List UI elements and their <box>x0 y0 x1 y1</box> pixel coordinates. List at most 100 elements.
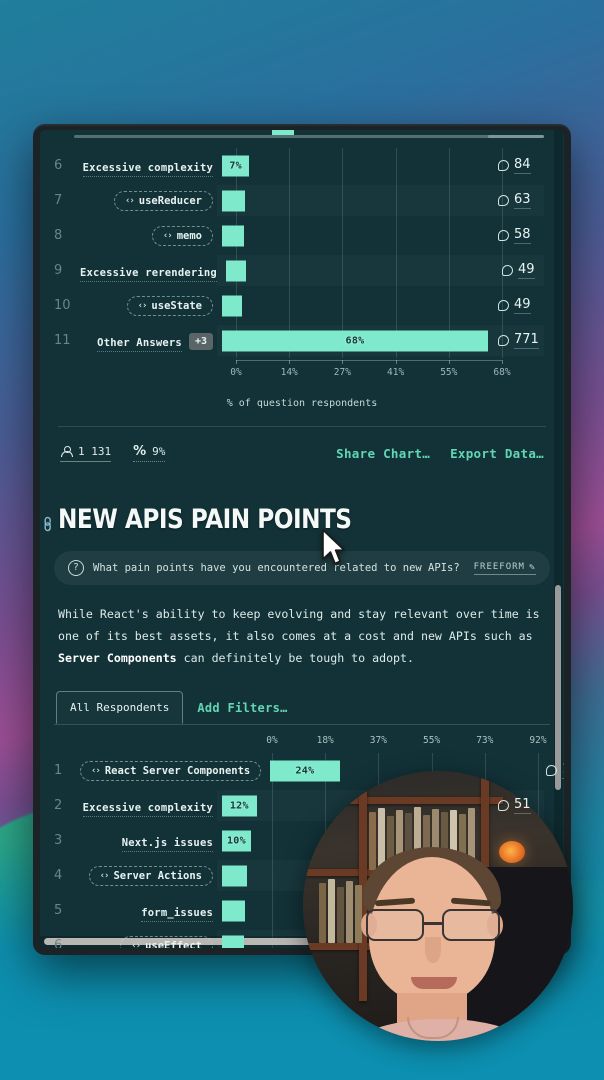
bar-track: 10% <box>222 823 488 858</box>
axis-tick-label: 92% <box>529 735 547 746</box>
comment-bubble-icon <box>498 230 509 241</box>
comment-bubble-icon <box>498 195 509 206</box>
axis-tick-label: 37% <box>369 735 387 746</box>
row-label-cell: ‹› useReducer <box>80 190 222 211</box>
row-label-cell: ‹› useEffect <box>80 935 222 948</box>
axis-tick <box>236 360 237 364</box>
row-label-cell: form_issues <box>80 901 222 922</box>
bar[interactable] <box>222 865 247 886</box>
table-row[interactable]: 1 ‹›React Server Components 24% 101 <box>54 753 564 788</box>
percent-stat[interactable]: % 9% <box>133 445 166 462</box>
chart-stats-row: 1 131 % 9% Share Chart… Export Data… <box>54 445 550 462</box>
chart-top-rule-right <box>488 135 544 138</box>
bar-track <box>222 183 488 218</box>
response-count: 49 <box>517 262 535 279</box>
bottom-chart-axis: 0% 18% 37% 55% 73% 92% <box>54 735 550 753</box>
bar[interactable]: 12% <box>222 795 257 816</box>
share-chart-link[interactable]: Share Chart… <box>336 446 430 461</box>
bar[interactable] <box>222 295 242 316</box>
response-count-cell: 63 <box>488 192 550 209</box>
export-data-link[interactable]: Export Data… <box>450 446 544 461</box>
row-rank: 6 <box>54 938 63 948</box>
comment-bubble-icon <box>546 765 558 776</box>
comment-bubble-icon <box>498 800 509 811</box>
paragraph-part-2: can definitely be tough to adopt. <box>176 651 414 665</box>
row-label-cell: Next.js issues <box>80 831 222 852</box>
row-label-token[interactable]: ‹› React Server Components <box>80 760 262 781</box>
vertical-scrollbar-thumb[interactable] <box>555 585 561 790</box>
tab-all-respondents[interactable]: All Respondents <box>56 691 184 724</box>
link-icon[interactable]: 🔗 <box>40 515 57 534</box>
response-count-cell: 49 <box>492 262 554 279</box>
bar[interactable] <box>222 935 244 948</box>
bar[interactable] <box>222 190 246 211</box>
table-row[interactable]: 3 Next.js issues 10% <box>54 823 550 858</box>
bar-value-label: 7% <box>229 160 243 171</box>
row-label-text: Next.js issues <box>121 837 213 852</box>
question-banner[interactable]: ? What pain points have you encountered … <box>54 551 550 585</box>
table-row[interactable]: 4 ‹› Server Actions <box>54 858 550 893</box>
bar-value-label: 68% <box>345 335 365 346</box>
bar[interactable] <box>225 260 246 281</box>
table-row[interactable]: 7 ‹› useReducer 63 <box>54 183 550 218</box>
top-chart: 6 Excessive complexity 7% 84 7 ‹› useReducer 63… <box>54 130 550 409</box>
table-row[interactable]: 11 Other Answers +3 68% 771 <box>54 323 550 358</box>
response-count: 84 <box>514 157 531 174</box>
response-count-cell: 51 <box>488 797 550 814</box>
row-label-cell: Excessive complexity <box>80 796 222 817</box>
chart-top-rule <box>74 135 544 138</box>
paragraph-bold-term: Server Components <box>58 651 177 665</box>
table-row[interactable]: 6 ‹› useEffect <box>54 928 550 948</box>
pencil-icon: ✎ <box>528 561 536 573</box>
bar[interactable]: 24% <box>270 760 340 781</box>
row-label-token[interactable]: ‹› Server Actions <box>88 865 213 886</box>
row-label-cell: Excessive rerendering <box>80 261 226 282</box>
axis-tick-label: 55% <box>440 367 458 378</box>
row-rank: 3 <box>54 833 63 848</box>
response-count: 58 <box>514 227 531 244</box>
top-chart-axis-caption: % of question respondents <box>226 398 378 409</box>
comment-bubble-icon <box>498 335 509 346</box>
row-label-wrap: Excessive complexity <box>82 156 213 177</box>
row-label-text: Excessive complexity <box>82 162 213 177</box>
section-header: 🔗 NEW APIS PAIN POINTS <box>40 504 550 535</box>
bar[interactable]: 7% <box>222 155 250 176</box>
bottom-chart: 0% 18% 37% 55% 73% 92% 1 ‹› React Server Compon… <box>54 735 564 948</box>
table-row[interactable]: 10 ‹› useState 49 <box>54 288 550 323</box>
bar-track <box>222 858 488 893</box>
bar[interactable]: 10% <box>222 830 251 851</box>
table-row[interactable]: 6 Excessive complexity 7% 84 <box>54 148 550 183</box>
table-row[interactable]: 2 Excessive complexity 12% 51 <box>54 788 550 823</box>
row-label-token[interactable]: ‹› useReducer <box>113 190 213 211</box>
row-rank: 6 <box>54 158 63 173</box>
row-rank: 9 <box>54 263 63 278</box>
row-label-token[interactable]: ‹› useEffect <box>120 935 213 948</box>
table-row[interactable]: 9 Excessive rerendering 49 <box>54 253 550 288</box>
row-label-wrap: Excessive rerendering <box>80 261 217 282</box>
respondents-count: 1 131 <box>78 445 112 458</box>
respondents-stat[interactable]: 1 131 <box>60 445 112 462</box>
bar[interactable] <box>222 225 244 246</box>
table-row[interactable]: 5 form_issues <box>54 893 550 928</box>
axis-line <box>236 360 502 361</box>
comment-bubble-icon <box>498 160 509 171</box>
row-label-token[interactable]: ‹› memo <box>151 225 213 246</box>
row-label-text: form_issues <box>141 907 213 922</box>
table-row[interactable]: 8 ‹› memo 58 <box>54 218 550 253</box>
bar-value-label: 24% <box>295 765 315 776</box>
bar[interactable] <box>222 900 246 921</box>
add-filters-button[interactable]: Add Filters… <box>183 691 301 724</box>
browser-viewport: 6 Excessive complexity 7% 84 7 ‹› useReducer 63… <box>40 130 564 948</box>
percent-value: 9% <box>152 445 166 458</box>
row-label-text: memo <box>176 229 202 242</box>
row-label-wrap: Other Answers +3 <box>97 331 213 352</box>
axis-tick <box>289 360 291 364</box>
bar[interactable]: 68% <box>222 330 488 351</box>
bar-track: 7% <box>222 148 488 183</box>
more-answers-badge[interactable]: +3 <box>188 333 213 350</box>
row-label-token[interactable]: ‹› useState <box>126 295 213 316</box>
bar-track <box>222 218 488 253</box>
question-type-tag[interactable]: FREEFORM ✎ <box>473 561 536 575</box>
top-chart-axis: 0% 14% 27% 41% 55% 68% <box>54 360 550 384</box>
page-content: 6 Excessive complexity 7% 84 7 ‹› useReducer 63… <box>40 130 564 948</box>
